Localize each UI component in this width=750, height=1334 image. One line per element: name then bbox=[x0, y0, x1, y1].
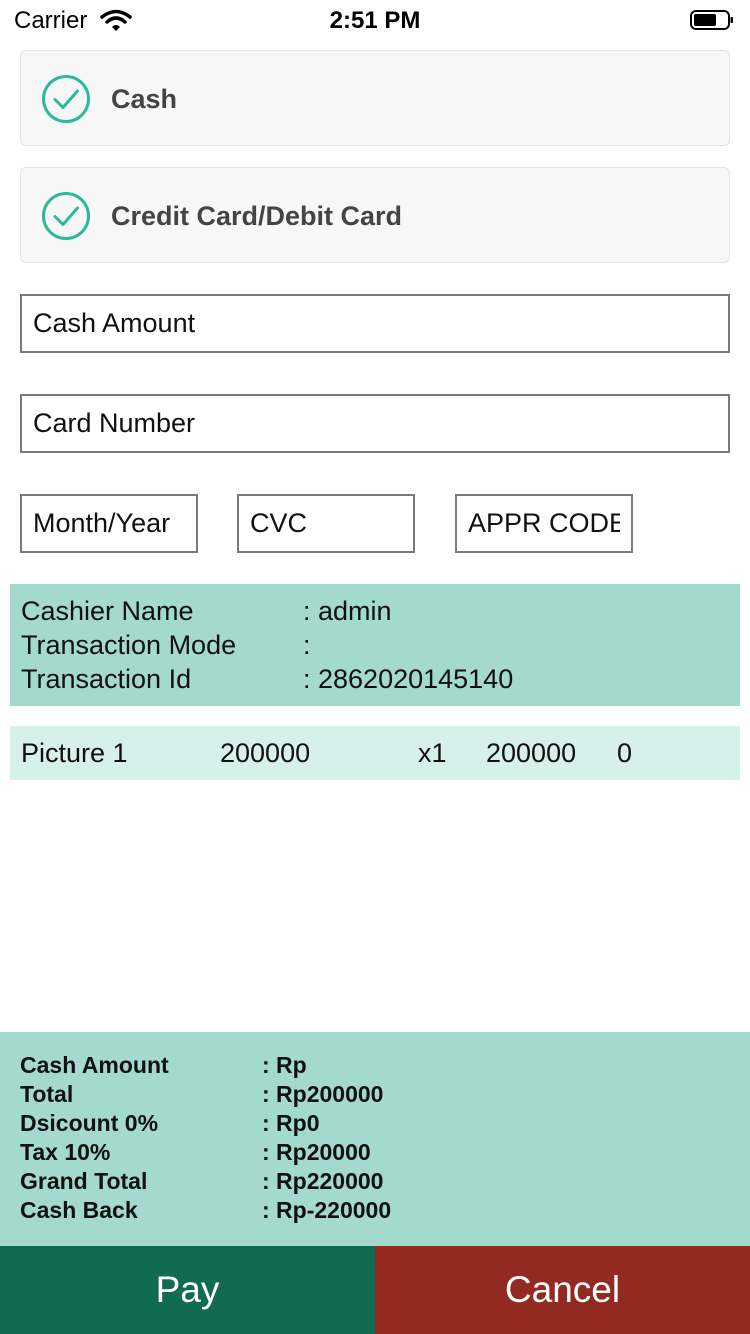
summary-row-discount: Dsicount 0% : Rp0 bbox=[20, 1110, 750, 1139]
info-row-cashier: Cashier Name : admin bbox=[21, 596, 740, 630]
battery-icon bbox=[690, 10, 733, 30]
summary-label: Cash Back bbox=[20, 1197, 138, 1223]
summary-value: : Rp20000 bbox=[262, 1139, 371, 1165]
month-year-input[interactable] bbox=[20, 494, 198, 553]
pay-button[interactable]: Pay bbox=[0, 1246, 375, 1334]
info-label: Transaction Mode bbox=[21, 630, 237, 660]
payment-option-label: Cash bbox=[111, 84, 178, 114]
item-discount: 0 bbox=[617, 738, 633, 768]
item-name: Picture 1 bbox=[21, 738, 128, 768]
summary-label: Total bbox=[20, 1081, 74, 1107]
summary-value: : Rp-220000 bbox=[262, 1197, 392, 1223]
check-circle-icon bbox=[42, 192, 90, 240]
card-number-input[interactable] bbox=[20, 394, 730, 453]
info-row-transaction-id: Transaction Id : 2862020145140 bbox=[21, 664, 740, 698]
summary-value: : Rp bbox=[262, 1052, 307, 1078]
status-time: 2:51 PM bbox=[329, 7, 421, 34]
summary-row-total: Total : Rp200000 bbox=[20, 1081, 750, 1110]
summary-value: : Rp0 bbox=[262, 1110, 320, 1136]
check-circle-icon bbox=[42, 75, 90, 123]
summary-row-cash-amount: Cash Amount : Rp bbox=[20, 1052, 750, 1081]
payment-option-label: Credit Card/Debit Card bbox=[111, 201, 403, 231]
item-price: 200000 bbox=[220, 738, 311, 768]
summary-label: Dsicount 0% bbox=[20, 1110, 159, 1136]
summary-value: : Rp220000 bbox=[262, 1168, 384, 1194]
payment-option-card[interactable]: Credit Card/Debit Card bbox=[20, 167, 730, 263]
cash-amount-input[interactable] bbox=[20, 294, 730, 353]
appr-code-input[interactable] bbox=[455, 494, 633, 553]
info-label: Transaction Id bbox=[21, 664, 192, 694]
status-bar: Carrier 2:51 PM bbox=[0, 0, 750, 40]
info-value: : admin bbox=[303, 596, 392, 626]
item-subtotal: 200000 bbox=[486, 738, 577, 768]
summary-row-cash-back: Cash Back : Rp-220000 bbox=[20, 1197, 750, 1226]
summary-row-grand-total: Grand Total : Rp220000 bbox=[20, 1168, 750, 1197]
list-item[interactable]: Picture 1 200000 x1 200000 0 bbox=[10, 726, 740, 780]
summary-row-tax: Tax 10% : Rp20000 bbox=[20, 1139, 750, 1168]
info-value: : bbox=[303, 630, 311, 660]
cvc-input[interactable] bbox=[237, 494, 415, 553]
info-label: Cashier Name bbox=[21, 596, 194, 626]
payment-option-cash[interactable]: Cash bbox=[20, 50, 730, 146]
info-row-mode: Transaction Mode : bbox=[21, 630, 740, 664]
summary-label: Cash Amount bbox=[20, 1052, 169, 1078]
summary-label: Tax 10% bbox=[20, 1139, 111, 1165]
summary-label: Grand Total bbox=[20, 1168, 148, 1194]
summary-panel: Cash Amount : Rp Total : Rp200000 Dsicou… bbox=[0, 1032, 750, 1246]
info-value: : 2862020145140 bbox=[303, 664, 514, 694]
transaction-info-panel: Cashier Name : admin Transaction Mode : … bbox=[10, 584, 740, 706]
payment-screen: Carrier 2:51 PM Cash Credit Card/Debit C… bbox=[0, 0, 750, 1334]
summary-value: : Rp200000 bbox=[262, 1081, 384, 1107]
item-quantity: x1 bbox=[418, 738, 447, 768]
cancel-button[interactable]: Cancel bbox=[375, 1246, 750, 1334]
